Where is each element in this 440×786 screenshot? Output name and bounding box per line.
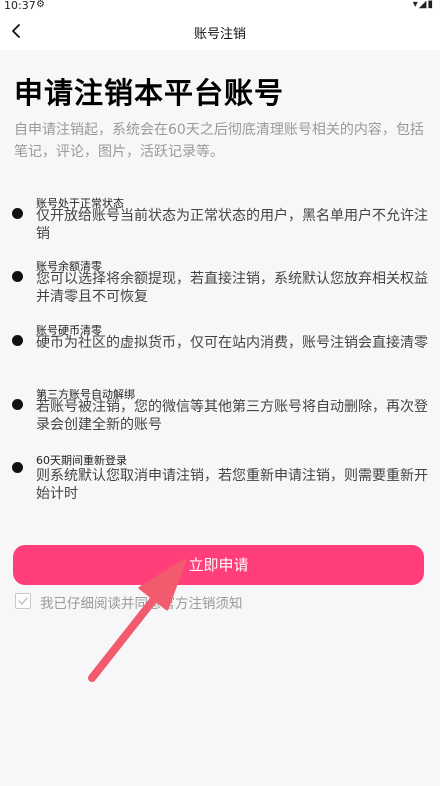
bullet-icon bbox=[12, 462, 23, 473]
status-icons: ▾◢▮ bbox=[412, 0, 434, 10]
condition-desc: 若账号被注销，您的微信等其他第三方账号将自动删除，再次登录会创建全新的账号 bbox=[36, 399, 428, 433]
bullet-icon bbox=[12, 399, 23, 410]
condition-item: 账号处于正常状态 仅开放给账号当前状态为正常状态的用户，黑名单用户不允许注销 bbox=[12, 195, 432, 242]
agreement-text[interactable]: 我已仔细阅读并同意官方注销须知 bbox=[40, 592, 243, 612]
checkmark-icon bbox=[18, 597, 28, 605]
condition-desc: 您可以选择将余额提现，若直接注销，系统默认您放弃相关权益并清零且不可恢复 bbox=[36, 271, 428, 305]
status-bar: 10:37 ⚙ ▾◢▮ bbox=[0, 0, 440, 12]
condition-item: 账号硬币清零 硬币为社区的虚拟货币，仅可在站内消费，账号注销会直接清零 bbox=[12, 322, 432, 366]
condition-desc: 仅开放给账号当前状态为正常状态的用户，黑名单用户不允许注销 bbox=[36, 208, 428, 242]
status-time: 10:37 bbox=[4, 0, 36, 12]
apply-button[interactable]: 立即申请 bbox=[13, 545, 424, 585]
nav-title: 账号注销 bbox=[193, 27, 246, 42]
page-title: 申请注销本平台账号 bbox=[14, 76, 285, 110]
condition-item: 账号余额清零 您可以选择将余额提现，若直接注销，系统默认您放弃相关权益并清零且不… bbox=[12, 258, 432, 305]
bullet-icon bbox=[12, 271, 23, 282]
intro-text: 自申请注销起，系统会在60天之后彻底清理账号相关的内容，包括笔记，评论，图片，活… bbox=[14, 122, 424, 160]
settings-gear-icon: ⚙ bbox=[36, 0, 45, 10]
condition-desc: 硬币为社区的虚拟货币，仅可在站内消费，账号注销会直接清零 bbox=[36, 335, 428, 351]
bullet-icon bbox=[12, 208, 23, 219]
condition-desc: 则系统默认您取消申请注销，若您重新申请注销，则需要重新开始计时 bbox=[36, 468, 428, 502]
agreement-checkbox[interactable] bbox=[15, 593, 31, 609]
condition-item: 第三方账号自动解绑 若账号被注销，您的微信等其他第三方账号将自动删除，再次登录会… bbox=[12, 386, 432, 433]
bullet-icon bbox=[12, 335, 23, 346]
condition-title: 60天期间重新登录 bbox=[36, 454, 127, 467]
condition-item: 60天期间重新登录 则系统默认您取消申请注销，若您重新申请注销，则需要重新开始计… bbox=[12, 452, 432, 502]
nav-bar: 账号注销 bbox=[0, 12, 440, 50]
